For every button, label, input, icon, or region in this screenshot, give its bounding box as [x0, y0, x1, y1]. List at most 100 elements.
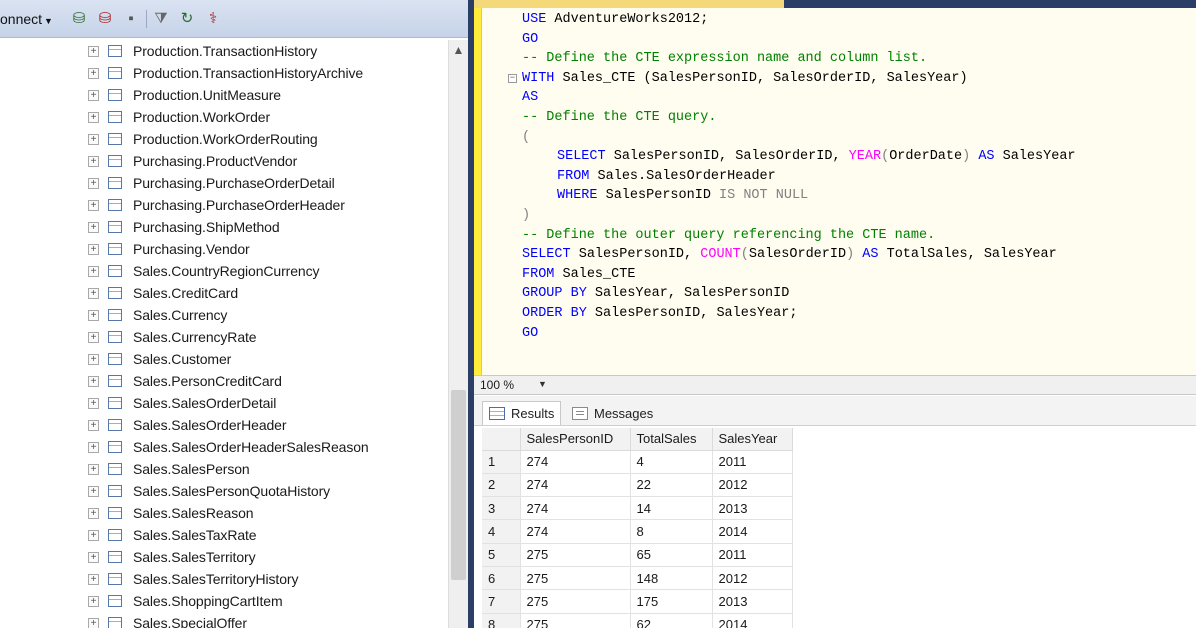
- object-explorer-scrollbar[interactable]: ▲: [448, 40, 468, 628]
- code-line[interactable]: -- Define the CTE expression name and co…: [522, 49, 927, 69]
- grid-cell[interactable]: 4: [630, 450, 713, 474]
- row-number[interactable]: 3: [482, 496, 521, 521]
- code-line[interactable]: WHERE SalesPersonID IS NOT NULL: [557, 186, 808, 206]
- query-editor[interactable]: USE AdventureWorks2012; GO -- Define the C…: [474, 0, 1196, 375]
- grid-cell[interactable]: 274: [520, 496, 631, 521]
- grid-cell[interactable]: 62: [630, 613, 713, 628]
- table-row[interactable]: 1 274 4 2011: [482, 450, 793, 474]
- tree-item-table[interactable]: + Production.TransactionHistory: [88, 40, 317, 62]
- table-row[interactable]: 8 275 62 2014: [482, 613, 793, 628]
- tree-item-table[interactable]: + Sales.SalesOrderHeader: [88, 414, 287, 436]
- grid-cell[interactable]: 2013: [712, 496, 793, 521]
- code-line[interactable]: SELECT SalesPersonID, COUNT(SalesOrderID…: [522, 245, 1057, 265]
- table-row[interactable]: 7 275 175 2013: [482, 589, 793, 614]
- grid-cell[interactable]: 2012: [712, 566, 793, 591]
- collapse-icon[interactable]: −: [508, 73, 517, 83]
- tree-item-table[interactable]: + Purchasing.ShipMethod: [88, 216, 280, 238]
- connect-dropdown[interactable]: onnect ▼: [0, 11, 53, 27]
- results-grid[interactable]: SalesPersonID TotalSales SalesYear 1 274 4…: [482, 428, 793, 628]
- tree-item-table[interactable]: + Sales.SalesTerritory: [88, 546, 256, 568]
- code-line[interactable]: GROUP BY SalesYear, SalesPersonID: [522, 284, 789, 304]
- tree-item-table[interactable]: + Sales.SalesReason: [88, 502, 254, 524]
- code-line[interactable]: (: [522, 128, 530, 148]
- grid-cell[interactable]: 275: [520, 613, 631, 628]
- row-number-header[interactable]: [482, 428, 521, 451]
- table-row[interactable]: 5 275 65 2011: [482, 543, 793, 567]
- expand-icon[interactable]: +: [88, 353, 99, 365]
- code-line[interactable]: -- Define the CTE query.: [522, 108, 716, 128]
- grid-cell[interactable]: 274: [520, 473, 631, 498]
- scroll-up-icon[interactable]: ▲: [449, 40, 468, 60]
- grid-cell[interactable]: 148: [630, 566, 713, 591]
- grid-cell[interactable]: 22: [630, 473, 713, 498]
- query-tab[interactable]: [474, 0, 784, 8]
- tree-item-table[interactable]: + Sales.CountryRegionCurrency: [88, 260, 319, 282]
- tree-item-table[interactable]: + Sales.SalesTerritoryHistory: [88, 568, 298, 590]
- tree-item-table[interactable]: + Sales.CurrencyRate: [88, 326, 257, 348]
- code-line[interactable]: USE AdventureWorks2012;: [522, 10, 708, 30]
- code-line[interactable]: AS: [522, 88, 538, 108]
- table-row[interactable]: 6 275 148 2012: [482, 566, 793, 591]
- tab-results[interactable]: Results: [482, 401, 562, 425]
- grid-cell[interactable]: 65: [630, 543, 713, 567]
- tree-item-table[interactable]: + Production.TransactionHistoryArchive: [88, 62, 363, 84]
- expand-icon[interactable]: +: [88, 287, 99, 299]
- grid-cell[interactable]: 2011: [712, 543, 793, 567]
- code-line[interactable]: GO: [522, 30, 538, 50]
- stop-icon[interactable]: ▪: [122, 10, 140, 28]
- expand-icon[interactable]: +: [88, 419, 99, 431]
- table-row[interactable]: 4 274 8 2014: [482, 519, 793, 544]
- zoom-level[interactable]: 100 %: [480, 378, 514, 392]
- column-header[interactable]: SalesYear: [712, 428, 793, 451]
- tree-item-table[interactable]: + Sales.ShoppingCartItem: [88, 590, 283, 612]
- expand-icon[interactable]: +: [88, 199, 99, 211]
- activity-monitor-icon[interactable]: ⚕: [204, 10, 222, 28]
- tree-item-table[interactable]: + Production.WorkOrder: [88, 106, 270, 128]
- column-header[interactable]: SalesPersonID: [520, 428, 631, 451]
- code-line[interactable]: FROM Sales_CTE: [522, 265, 635, 285]
- tree-item-table[interactable]: + Sales.SalesPerson: [88, 458, 250, 480]
- table-row[interactable]: 3 274 14 2013: [482, 496, 793, 521]
- code-line[interactable]: FROM Sales.SalesOrderHeader: [557, 167, 776, 187]
- expand-icon[interactable]: +: [88, 573, 99, 585]
- grid-cell[interactable]: 275: [520, 543, 631, 567]
- grid-cell[interactable]: 2014: [712, 519, 793, 544]
- tree-item-table[interactable]: + Production.WorkOrderRouting: [88, 128, 318, 150]
- filter-icon[interactable]: ⧩: [152, 10, 170, 28]
- column-header[interactable]: TotalSales: [630, 428, 713, 451]
- scrollbar-thumb[interactable]: [451, 390, 466, 580]
- tree-item-table[interactable]: + Sales.SalesPersonQuotaHistory: [88, 480, 330, 502]
- row-number[interactable]: 1: [482, 450, 521, 474]
- tree-item-table[interactable]: + Purchasing.PurchaseOrderDetail: [88, 172, 335, 194]
- expand-icon[interactable]: +: [88, 89, 99, 101]
- row-number[interactable]: 6: [482, 566, 521, 591]
- expand-icon[interactable]: +: [88, 551, 99, 563]
- grid-cell[interactable]: 175: [630, 589, 713, 614]
- expand-icon[interactable]: +: [88, 507, 99, 519]
- expand-icon[interactable]: +: [88, 309, 99, 321]
- grid-cell[interactable]: 2012: [712, 473, 793, 498]
- tree-item-table[interactable]: + Sales.Currency: [88, 304, 227, 326]
- expand-icon[interactable]: +: [88, 133, 99, 145]
- expand-icon[interactable]: +: [88, 463, 99, 475]
- row-number[interactable]: 2: [482, 473, 521, 498]
- expand-icon[interactable]: +: [88, 221, 99, 233]
- expand-icon[interactable]: +: [88, 177, 99, 189]
- code-line[interactable]: − WITH Sales_CTE (SalesPersonID, SalesOrd…: [508, 69, 968, 89]
- disconnect-icon[interactable]: ⛁: [96, 10, 114, 28]
- chevron-down-icon[interactable]: ▼: [538, 379, 547, 389]
- expand-icon[interactable]: +: [88, 397, 99, 409]
- code-line[interactable]: ): [522, 206, 530, 226]
- tree-item-table[interactable]: + Sales.Customer: [88, 348, 231, 370]
- refresh-icon[interactable]: ↻: [178, 10, 196, 28]
- expand-icon[interactable]: +: [88, 111, 99, 123]
- grid-cell[interactable]: 2014: [712, 613, 793, 628]
- row-number[interactable]: 4: [482, 519, 521, 544]
- row-number[interactable]: 7: [482, 589, 521, 614]
- tree-item-table[interactable]: + Sales.CreditCard: [88, 282, 238, 304]
- tab-messages[interactable]: Messages: [566, 401, 659, 425]
- row-number[interactable]: 5: [482, 543, 521, 567]
- code-line[interactable]: SELECT SalesPersonID, SalesOrderID, YEAR…: [557, 147, 1076, 167]
- tree-item-table[interactable]: + Production.UnitMeasure: [88, 84, 281, 106]
- grid-cell[interactable]: 2011: [712, 450, 793, 474]
